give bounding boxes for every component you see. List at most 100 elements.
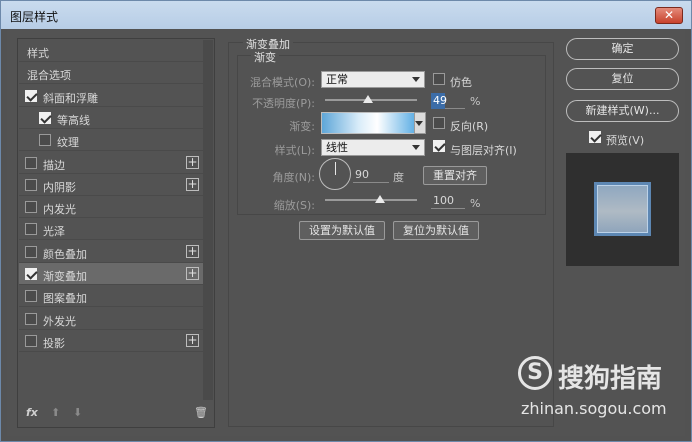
chevron-down-icon: [412, 77, 420, 82]
align-with-layer-label: 与图层对齐(I): [450, 144, 517, 157]
opacity-unit: %: [470, 95, 481, 108]
preview-label: 预览(V): [606, 134, 645, 147]
reverse-checkbox[interactable]: [433, 117, 445, 129]
angle-dial[interactable]: [319, 158, 351, 190]
style-list-item[interactable]: 内阴影 +: [19, 174, 203, 196]
style-list-item[interactable]: 纹理: [19, 129, 203, 152]
style-item-label: 等高线: [57, 113, 90, 127]
add-effect-icon[interactable]: +: [186, 333, 199, 347]
style-list-item[interactable]: 内发光: [19, 196, 203, 219]
scale-slider-thumb[interactable]: [375, 195, 385, 203]
gradient-swatch[interactable]: [321, 112, 415, 134]
new-style-button[interactable]: 新建样式(W)...: [566, 100, 679, 122]
style-list-item[interactable]: 描边 +: [19, 152, 203, 174]
style-item-checkbox[interactable]: [25, 268, 37, 280]
opacity-label: 不透明度(P):: [252, 97, 315, 110]
style-item-label: 颜色叠加: [43, 247, 87, 261]
style-list-item[interactable]: 混合选项: [19, 62, 203, 85]
set-default-button[interactable]: 设置为默认值: [299, 221, 385, 240]
move-down-icon[interactable]: ⬇: [73, 406, 82, 419]
scale-unit: %: [470, 197, 481, 210]
style-list-item[interactable]: 样式: [19, 40, 203, 62]
scale-label: 缩放(S):: [273, 199, 315, 212]
style-list-item[interactable]: 外发光: [19, 308, 203, 330]
reset-alignment-button[interactable]: 重置对齐: [423, 166, 487, 185]
style-item-label: 内阴影: [43, 180, 76, 194]
style-list-item[interactable]: 渐变叠加 +: [19, 263, 203, 285]
sogou-logo-icon: S: [518, 356, 552, 390]
angle-unit: 度: [393, 171, 404, 184]
style-list-item[interactable]: 等高线: [19, 107, 203, 129]
chevron-down-icon: [415, 121, 423, 126]
style-item-checkbox[interactable]: [39, 134, 51, 147]
style-item-label: 内发光: [43, 203, 76, 217]
style-dropdown[interactable]: 线性: [321, 139, 425, 156]
style-list-item[interactable]: 光泽: [19, 218, 203, 241]
style-item-checkbox[interactable]: [25, 334, 37, 347]
chevron-down-icon: [412, 145, 420, 150]
style-value: 线性: [326, 141, 348, 154]
style-item-label: 光泽: [43, 225, 65, 239]
add-effect-icon[interactable]: +: [186, 267, 199, 280]
style-item-label: 图案叠加: [43, 292, 87, 306]
subgroup-title: 渐变: [251, 49, 279, 65]
style-list-scrollbar[interactable]: [203, 40, 213, 400]
style-item-checkbox[interactable]: [25, 156, 37, 169]
style-item-label: 渐变叠加: [43, 270, 87, 283]
align-with-layer-checkbox[interactable]: [433, 140, 445, 152]
add-effect-icon[interactable]: +: [186, 244, 199, 258]
trash-icon[interactable]: 🗑: [194, 406, 208, 419]
gradient-picker-button[interactable]: [414, 112, 426, 134]
style-item-checkbox[interactable]: [25, 245, 37, 258]
blend-mode-label: 混合模式(O):: [250, 76, 315, 89]
scale-input[interactable]: 100: [431, 193, 465, 209]
style-list-item[interactable]: 投影 +: [19, 330, 203, 352]
style-item-checkbox[interactable]: [25, 178, 37, 191]
style-list-panel: 样式混合选项斜面和浮雕等高线纹理描边 + 内阴影 + 内发光光泽颜色叠加 + 渐变叠加 + 图案…: [17, 38, 215, 428]
style-item-label: 混合选项: [27, 69, 71, 83]
style-item-label: 斜面和浮雕: [43, 91, 98, 105]
title-bar: 图层样式 ✕: [1, 1, 691, 29]
opacity-slider-thumb[interactable]: [363, 95, 373, 103]
style-item-checkbox[interactable]: [25, 89, 37, 102]
reverse-label: 反向(R): [450, 120, 489, 133]
move-up-icon[interactable]: ⬆: [51, 406, 60, 419]
style-label: 样式(L):: [274, 144, 315, 157]
style-item-label: 纹理: [57, 136, 79, 150]
reset-button[interactable]: 复位: [566, 68, 679, 90]
fx-icon[interactable]: fx: [26, 406, 38, 419]
style-list-item[interactable]: 图案叠加: [19, 285, 203, 308]
style-item-label: 样式: [27, 47, 49, 60]
watermark-url: zhinan.sogou.com: [521, 399, 667, 418]
opacity-input-underline: [445, 93, 465, 109]
style-item-label: 描边: [43, 158, 65, 172]
blend-mode-value: 正常: [326, 73, 348, 86]
layer-style-dialog: 图层样式 ✕ 样式混合选项斜面和浮雕等高线纹理描边 + 内阴影 + 内发光光泽颜色叠加 +…: [0, 0, 692, 442]
close-button[interactable]: ✕: [655, 7, 683, 24]
dither-label: 仿色: [450, 76, 472, 89]
style-item-checkbox[interactable]: [25, 201, 37, 214]
style-list-item[interactable]: 斜面和浮雕: [19, 85, 203, 107]
reset-default-button[interactable]: 复位为默认值: [393, 221, 479, 240]
style-item-checkbox[interactable]: [39, 111, 51, 124]
dither-checkbox[interactable]: [433, 73, 445, 85]
style-list-item[interactable]: 颜色叠加 +: [19, 241, 203, 263]
angle-input[interactable]: 90: [353, 167, 389, 183]
angle-label: 角度(N):: [272, 171, 315, 184]
style-item-checkbox[interactable]: [25, 223, 37, 236]
style-item-checkbox[interactable]: [25, 290, 37, 303]
style-item-label: 投影: [43, 336, 65, 350]
opacity-input[interactable]: 49: [431, 93, 447, 109]
style-preview: [566, 153, 679, 266]
preview-checkbox[interactable]: [589, 131, 601, 143]
scale-slider[interactable]: [325, 199, 417, 201]
add-effect-icon[interactable]: +: [186, 155, 199, 169]
blend-mode-dropdown[interactable]: 正常: [321, 71, 425, 88]
style-item-checkbox[interactable]: [25, 312, 37, 325]
style-list-footer: fx ⬆ ⬇ 🗑: [18, 399, 214, 427]
gradient-label: 渐变:: [289, 120, 315, 133]
ok-button[interactable]: 确定: [566, 38, 679, 60]
style-item-label: 外发光: [43, 314, 76, 328]
watermark-text: 搜狗指南: [558, 364, 663, 394]
add-effect-icon[interactable]: +: [186, 177, 199, 191]
